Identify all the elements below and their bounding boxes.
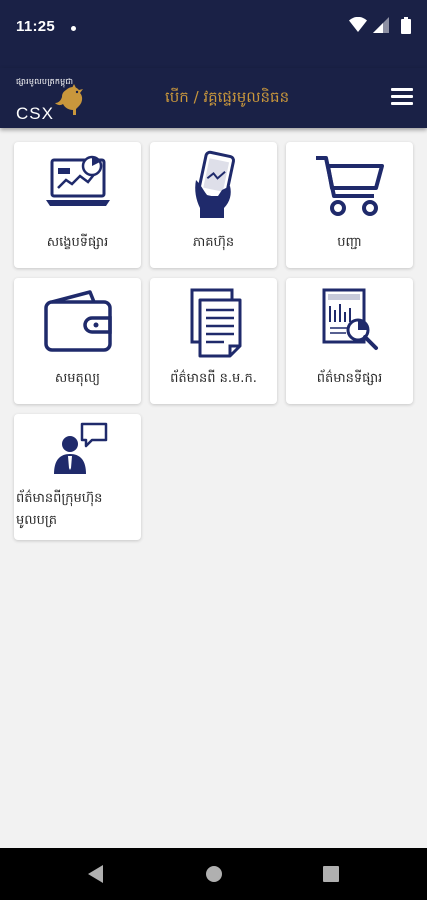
wallet-icon <box>43 290 112 352</box>
app-header: ផ្សារមូលបត្រកម្ពុជា CSX បើក / វគ្គផ្ទេរម… <box>0 68 427 128</box>
status-bar: 11:25 <box>0 0 427 68</box>
hamburger-line <box>391 95 413 98</box>
tile-secc-news[interactable]: ព័ត៌មានពី ន.ម.ក. <box>150 278 277 404</box>
tile-icon-wrap <box>14 418 141 482</box>
documents-icon <box>190 288 241 358</box>
notification-dot-icon <box>71 26 76 31</box>
page-title: បើក / វគ្គផ្ទេរមូលនិធន <box>165 88 290 106</box>
system-nav-bar <box>0 848 427 900</box>
tile-securities-firm-news[interactable]: ព័ត៌មានពីក្រុមហ៊ុនមូលបត្រ <box>14 414 141 540</box>
logo-text: CSX <box>16 104 54 123</box>
hand-phone-icon <box>194 150 235 218</box>
tile-icon-wrap <box>150 150 277 226</box>
tile-label: ព័ត៌មានទីផ្សារ <box>316 371 383 386</box>
hamburger-line <box>391 102 413 105</box>
battery-icon <box>401 17 411 34</box>
hamburger-menu-icon <box>391 88 413 91</box>
signal-icon <box>373 17 389 33</box>
tile-orders[interactable]: បញ្ជា <box>286 142 413 268</box>
back-icon[interactable] <box>86 864 104 884</box>
tile-label: សមតុល្យ <box>54 371 101 386</box>
tile-balance[interactable]: សមតុល្យ <box>14 278 141 404</box>
tile-icon-wrap <box>14 150 141 226</box>
menu-grid: សង្ខេបទីផ្សារ ភាគហ៊ុន បញ្ជា សមតុល្យ ព័ត៌… <box>0 128 427 848</box>
recents-icon[interactable] <box>322 864 340 884</box>
tile-icon-wrap <box>150 286 277 362</box>
tile-market-summary[interactable]: សង្ខេបទីផ្សារ <box>14 142 141 268</box>
tile-shares[interactable]: ភាគហ៊ុន <box>150 142 277 268</box>
tile-label: សង្ខេបទីផ្សារ <box>46 235 109 250</box>
person-speech-icon <box>53 422 107 474</box>
tile-icon-wrap <box>286 286 413 362</box>
hamburger-menu-button[interactable] <box>391 88 413 106</box>
wifi-icon <box>349 17 367 32</box>
tile-label: ភាគហ៊ុន <box>192 235 235 250</box>
tile-icon-wrap <box>286 150 413 226</box>
report-magnifier-icon <box>322 288 378 350</box>
home-icon[interactable] <box>205 864 223 884</box>
tile-label: ព័ត៌មានពីក្រុមហ៊ុនមូលបត្រ <box>16 491 103 528</box>
tile-label: បញ្ជា <box>337 235 362 250</box>
rooster-logo-icon <box>55 84 83 115</box>
tile-market-news[interactable]: ព័ត៌មានទីផ្សារ <box>286 278 413 404</box>
laptop-chart-icon <box>45 155 110 206</box>
tile-label: ព័ត៌មានពី ន.ម.ក. <box>170 371 257 386</box>
tile-icon-wrap <box>14 286 141 362</box>
shopping-cart-icon <box>315 156 384 216</box>
status-time: 11:25 <box>16 18 56 35</box>
